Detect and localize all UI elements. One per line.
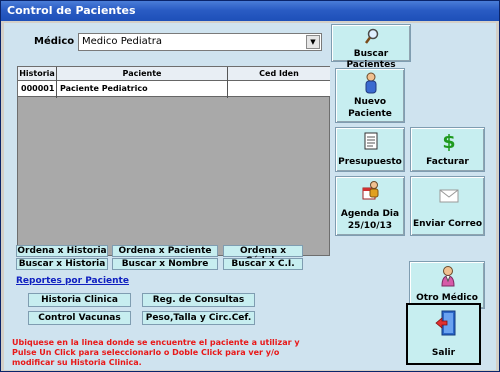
magnifier-icon	[364, 28, 379, 44]
row-paciente-cell[interactable]: Paciente Pediatrico	[57, 81, 228, 97]
medico-label: Médico	[34, 36, 75, 47]
agenda-label-line1: Agenda Dia	[340, 209, 400, 219]
column-header-paciente[interactable]: Paciente	[57, 67, 227, 81]
doctor-icon	[441, 266, 455, 287]
facturar-button[interactable]: $ Facturar	[410, 127, 485, 172]
peso-talla-button[interactable]: Peso,Talla y Circ.Cef.	[142, 311, 255, 325]
reg-consultas-button[interactable]: Reg. de Consultas	[142, 293, 255, 307]
medico-select-value: Medico Pediatra	[82, 36, 162, 47]
column-divider	[227, 67, 228, 98]
enviar-correo-label: Enviar Correo	[412, 219, 483, 229]
ordena-cedula-button[interactable]: Ordena x Cédula	[223, 245, 303, 266]
salir-button[interactable]: Salir	[406, 303, 481, 365]
reportes-paciente-link[interactable]: Reportes por Paciente	[16, 276, 129, 286]
instruction-message: Ubiquese en la linea donde se encuentre …	[12, 338, 300, 367]
column-header-ced[interactable]: Ced Iden	[228, 67, 330, 81]
nuevo-label-line2: Paciente	[348, 109, 392, 119]
row-historia-cell[interactable]: 000001	[18, 81, 57, 97]
otro-medico-button[interactable]: Otro Médico	[409, 261, 485, 309]
svg-text:$: $	[442, 131, 455, 151]
dollar-icon: $	[442, 131, 455, 151]
buscar-ci-button[interactable]: Buscar x C.I.	[223, 258, 303, 270]
ordena-historia-button[interactable]: Ordena x Historia	[16, 245, 108, 257]
column-divider	[56, 67, 57, 98]
buscar-historia-button[interactable]: Buscar x Historia	[16, 258, 108, 270]
window-title: Control de Pacientes	[1, 1, 499, 21]
column-header-historia[interactable]: Historia	[18, 67, 56, 81]
historia-clinica-button[interactable]: Historia Clinica	[28, 293, 131, 307]
enviar-correo-button[interactable]: Enviar Correo	[410, 176, 485, 236]
nuevo-paciente-button[interactable]: Nuevo Paciente	[335, 68, 405, 123]
exit-door-icon	[435, 310, 456, 336]
agenda-date-label: 25/10/13	[347, 221, 393, 231]
patients-grid[interactable]: Historia Paciente Ced Iden 000001 Pacien…	[17, 66, 330, 256]
control-vacunas-button[interactable]: Control Vacunas	[28, 311, 131, 325]
chevron-down-icon[interactable]: ▼	[306, 35, 320, 49]
ordena-paciente-button[interactable]: Ordena x Paciente	[112, 245, 218, 257]
facturar-label: Facturar	[426, 157, 469, 167]
salir-label: Salir	[431, 348, 456, 358]
presupuesto-button[interactable]: Presupuesto	[335, 127, 405, 172]
presupuesto-label: Presupuesto	[338, 157, 402, 167]
agenda-dia-button[interactable]: Agenda Dia 25/10/13	[335, 176, 405, 236]
calendar-person-icon	[362, 181, 379, 200]
medico-select[interactable]: Medico Pediatra ▼	[78, 33, 322, 51]
envelope-icon	[439, 189, 459, 203]
buscar-nombre-button[interactable]: Buscar x Nombre	[112, 258, 218, 270]
patients-window: Control de Pacientes Médico Medico Pedia…	[0, 0, 500, 372]
person-icon	[365, 72, 377, 94]
buscar-pacientes-button[interactable]: Buscar Pacientes	[331, 24, 411, 70]
document-icon	[364, 132, 378, 150]
nuevo-label-line1: Nuevo	[353, 97, 387, 107]
row-ced-cell[interactable]	[228, 81, 330, 97]
